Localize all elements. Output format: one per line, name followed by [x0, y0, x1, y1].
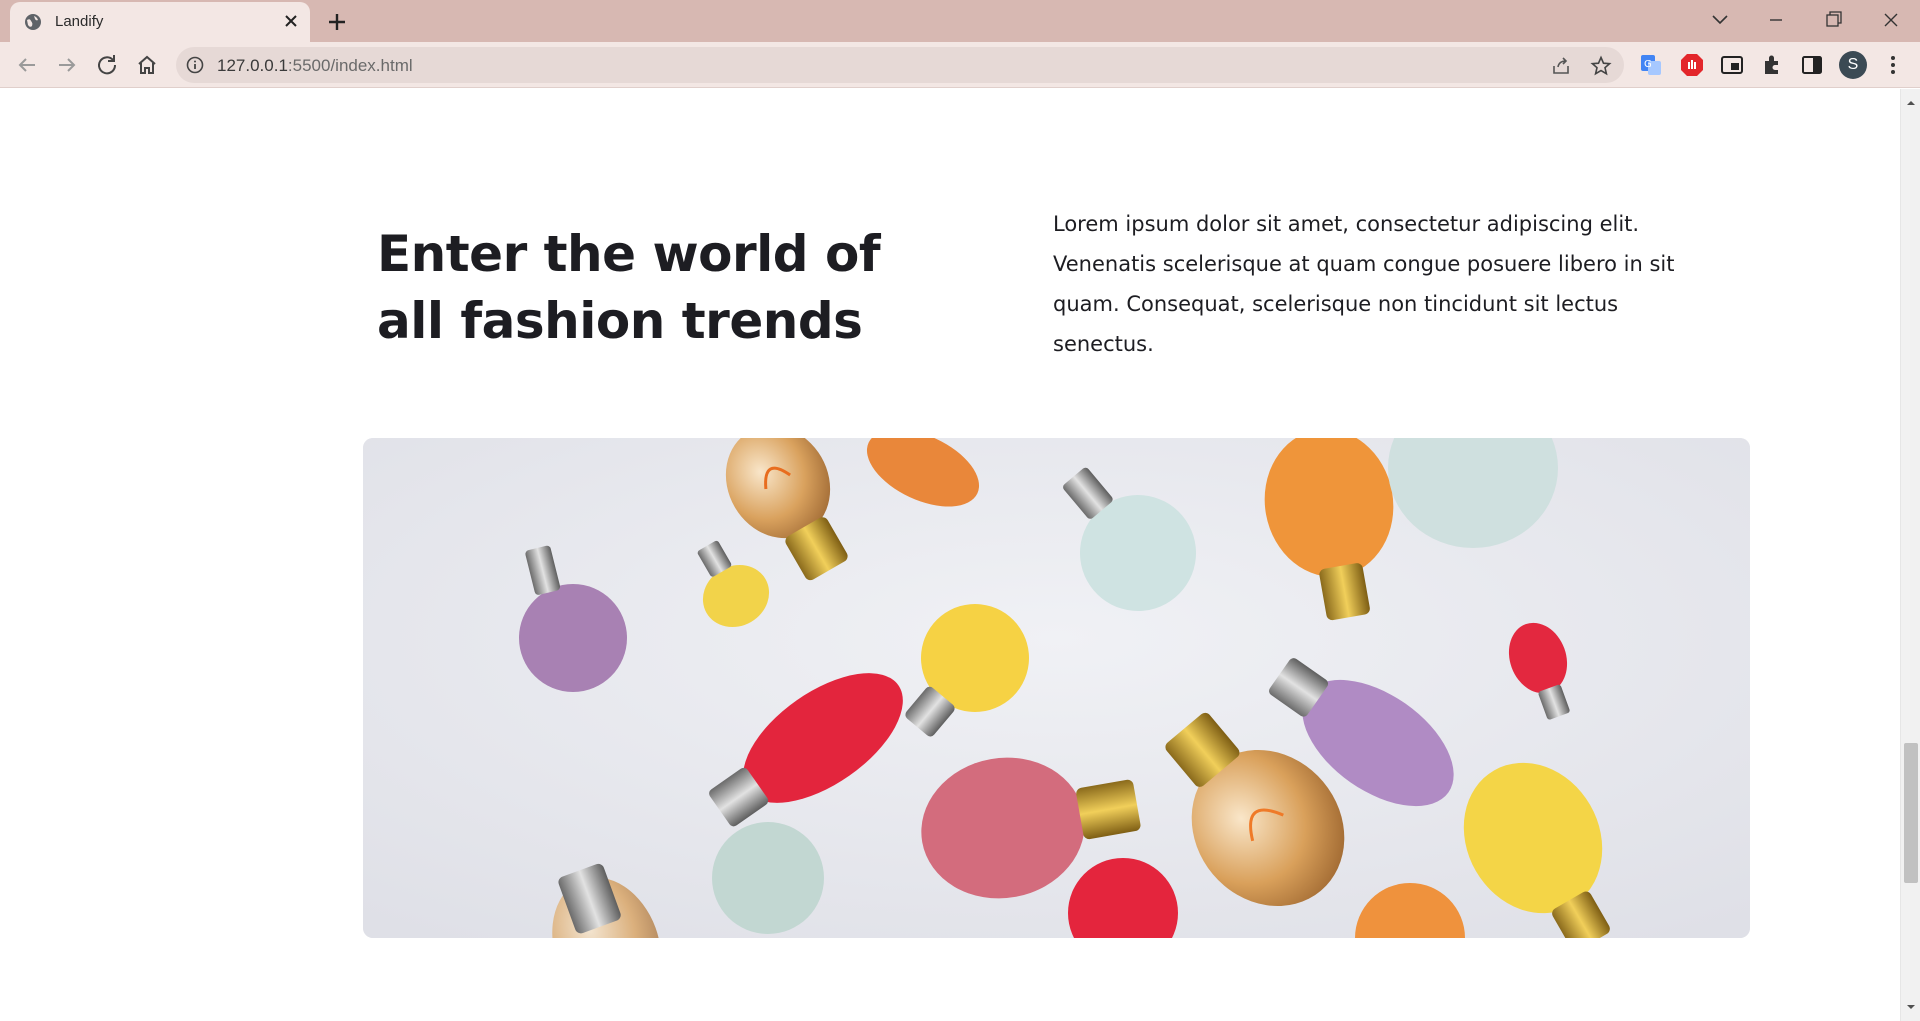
scrollbar-thumb[interactable]: [1904, 743, 1918, 883]
url-host: 127.0.0.1: [217, 56, 288, 75]
browser-tab-strip: Landify: [0, 0, 1920, 42]
globe-icon: [25, 14, 41, 30]
section-paragraph: Lorem ipsum dolor sit amet, consectetur …: [1053, 212, 1675, 356]
close-icon[interactable]: [280, 10, 302, 32]
url-text: 127.0.0.1:5500/index.html: [217, 56, 413, 76]
plus-icon[interactable]: [324, 9, 350, 35]
address-bar[interactable]: 127.0.0.1:5500/index.html: [176, 47, 1624, 83]
page-viewport: Enter the world of all fashion trends Lo…: [0, 89, 1900, 1021]
profile-avatar[interactable]: S: [1839, 51, 1867, 79]
menu-dots-icon[interactable]: [1880, 52, 1906, 78]
side-panel-icon[interactable]: [1799, 52, 1825, 78]
browser-tab[interactable]: Landify: [10, 2, 310, 42]
home-icon[interactable]: [133, 51, 161, 79]
tab-title: Landify: [55, 13, 104, 30]
back-arrow-icon[interactable]: [13, 51, 41, 79]
url-path: :5500/index.html: [287, 56, 413, 75]
share-icon[interactable]: [1550, 55, 1572, 77]
translate-icon[interactable]: G: [1638, 52, 1664, 78]
browser-toolbar: 127.0.0.1:5500/index.html G S: [0, 42, 1920, 88]
picture-in-picture-icon[interactable]: [1719, 52, 1745, 78]
extensions-icon[interactable]: [1759, 52, 1785, 78]
section-heading: Enter the world of all fashion trends: [377, 225, 881, 350]
forward-arrow-icon[interactable]: [53, 51, 81, 79]
info-icon[interactable]: [186, 56, 204, 74]
adblock-icon[interactable]: [1679, 52, 1705, 78]
chevron-down-icon[interactable]: [1700, 5, 1740, 35]
restore-icon[interactable]: [1813, 5, 1853, 35]
scroll-up-arrow-icon[interactable]: [1905, 97, 1917, 109]
window-close-icon[interactable]: [1871, 5, 1911, 35]
vertical-scrollbar[interactable]: [1900, 89, 1920, 1021]
hero-image: [363, 438, 1750, 938]
light-bulbs-illustration: [363, 438, 1750, 938]
minimize-icon[interactable]: [1756, 5, 1796, 35]
reload-icon[interactable]: [93, 51, 121, 79]
scroll-down-arrow-icon[interactable]: [1905, 1001, 1917, 1013]
star-icon[interactable]: [1590, 55, 1612, 77]
svg-text:G: G: [1644, 59, 1652, 70]
